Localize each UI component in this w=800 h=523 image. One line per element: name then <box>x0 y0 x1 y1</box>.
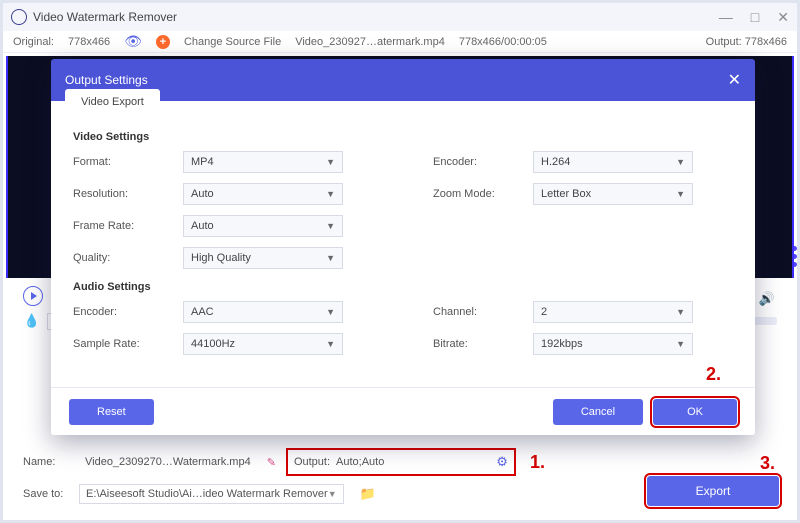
tab-video-export[interactable]: Video Export <box>65 89 160 115</box>
quality-select[interactable]: High Quality ▼ <box>183 247 343 269</box>
open-folder-icon[interactable]: 📁 <box>360 486 376 502</box>
close-window-icon[interactable]: ✕ <box>777 9 789 26</box>
bitrate-label: Bitrate: <box>433 338 523 350</box>
zoom-select[interactable]: Letter Box ▼ <box>533 183 693 205</box>
output-settings-box[interactable]: Output: Auto;Auto ⚙ <box>286 448 516 476</box>
player-controls <box>23 286 43 306</box>
quality-label: Quality: <box>73 252 173 264</box>
saveto-select[interactable]: E:\Aiseesoft Studio\Ai…ideo Watermark Re… <box>79 484 344 504</box>
file-info: 778x466/00:00:05 <box>459 36 547 48</box>
zoom-label: Zoom Mode: <box>433 188 523 200</box>
resolution-select[interactable]: Auto ▼ <box>183 183 343 205</box>
output-label: Output: <box>294 456 330 468</box>
audio-settings-heading: Audio Settings <box>73 281 733 293</box>
bitrate-value: 192kbps <box>541 338 583 350</box>
saveto-value: E:\Aiseesoft Studio\Ai…ideo Watermark Re… <box>86 488 328 500</box>
format-select[interactable]: MP4 ▼ <box>183 151 343 173</box>
name-value: Video_2309270…Watermark.mp4 <box>79 452 257 472</box>
infobar: Original: 778x466 👁 + Change Source File… <box>3 31 797 53</box>
channel-select[interactable]: 2▼ <box>533 301 693 323</box>
edit-name-icon[interactable]: ✎ <box>267 456 276 469</box>
chevron-down-icon: ▼ <box>326 157 335 167</box>
file-name: Video_230927…atermark.mp4 <box>295 36 445 48</box>
name-label: Name: <box>23 456 69 468</box>
quality-value: High Quality <box>191 252 251 264</box>
encoder-label: Encoder: <box>433 156 523 168</box>
chevron-down-icon: ▼ <box>326 189 335 199</box>
audio-encoder-select[interactable]: AAC ▼ <box>183 301 343 323</box>
video-settings-heading: Video Settings <box>73 131 733 143</box>
samplerate-select[interactable]: 44100Hz ▼ <box>183 333 343 355</box>
resolution-label: Resolution: <box>73 188 173 200</box>
audio-encoder-label: Encoder: <box>73 306 173 318</box>
saveto-label: Save to: <box>23 488 69 500</box>
samplerate-value: 44100Hz <box>191 338 235 350</box>
annotation-2: 2. <box>706 364 721 385</box>
speaker-icon[interactable]: 🔊 <box>759 291 775 307</box>
maximize-icon[interactable]: □ <box>751 9 759 26</box>
ok-button[interactable]: OK <box>653 399 737 425</box>
original-label: Original: <box>13 36 54 48</box>
add-source-icon[interactable]: + <box>156 35 170 49</box>
gear-icon[interactable]: ⚙ <box>496 454 508 470</box>
output-settings-dialog: Output Settings ✕ Video Export Video Set… <box>51 59 755 435</box>
chevron-down-icon: ▼ <box>326 307 335 317</box>
bitrate-select[interactable]: 192kbps ▼ <box>533 333 693 355</box>
chevron-down-icon: ▼ <box>326 339 335 349</box>
chevron-down-icon: ▼ <box>676 307 685 317</box>
titlebar: Video Watermark Remover — □ ✕ <box>3 3 797 31</box>
original-dim: 778x466 <box>68 36 110 48</box>
chevron-down-icon: ▼ <box>676 339 685 349</box>
change-source-link[interactable]: Change Source File <box>184 36 281 48</box>
framerate-value: Auto <box>191 220 214 232</box>
encoder-value: H.264 <box>541 156 570 168</box>
output-value: Auto;Auto <box>336 456 490 468</box>
framerate-label: Frame Rate: <box>73 220 173 232</box>
format-label: Format: <box>73 156 173 168</box>
resize-handle-icon[interactable] <box>792 246 797 267</box>
cancel-button[interactable]: Cancel <box>553 399 643 425</box>
annotation-3: 3. <box>760 453 775 474</box>
chevron-down-icon: ▼ <box>328 489 337 499</box>
samplerate-label: Sample Rate: <box>73 338 173 350</box>
app-logo-icon <box>11 9 27 25</box>
encoder-select[interactable]: H.264 ▼ <box>533 151 693 173</box>
reset-button[interactable]: Reset <box>69 399 154 425</box>
format-value: MP4 <box>191 156 214 168</box>
play-button-icon[interactable] <box>23 286 43 306</box>
dialog-title: Output Settings <box>65 73 148 87</box>
framerate-select[interactable]: Auto ▼ <box>183 215 343 237</box>
chevron-down-icon: ▼ <box>676 157 685 167</box>
export-button[interactable]: Export <box>647 476 779 506</box>
zoom-value: Letter Box <box>541 188 591 200</box>
chevron-down-icon: ▼ <box>676 189 685 199</box>
channel-value: 2 <box>541 306 547 318</box>
app-title: Video Watermark Remover <box>33 10 177 24</box>
close-dialog-icon[interactable]: ✕ <box>728 70 741 90</box>
output-label: Output: <box>706 36 742 48</box>
preview-eye-icon[interactable]: 👁 <box>124 33 142 50</box>
audio-encoder-value: AAC <box>191 306 214 318</box>
chevron-down-icon: ▼ <box>326 253 335 263</box>
channel-label: Channel: <box>433 306 523 318</box>
watermark-tool-icon[interactable]: 💧 <box>23 311 41 331</box>
minimize-icon[interactable]: — <box>719 9 733 26</box>
annotation-1: 1. <box>530 452 545 473</box>
resolution-value: Auto <box>191 188 214 200</box>
chevron-down-icon: ▼ <box>326 221 335 231</box>
output-dim: 778x466 <box>745 36 787 48</box>
